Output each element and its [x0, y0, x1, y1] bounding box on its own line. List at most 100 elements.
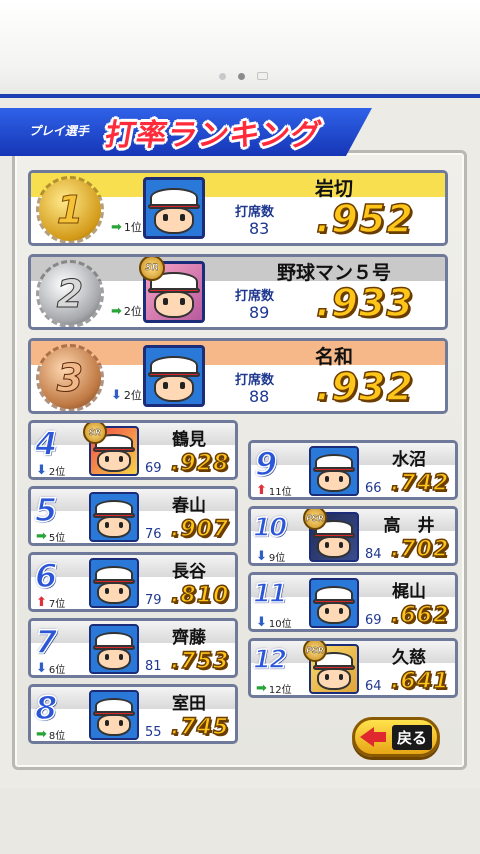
ranking-card-1[interactable]: 1 ➡ 1位 岩切 打席数 83.952 — [28, 170, 448, 246]
face-shape — [317, 536, 351, 559]
previous-rank-text: 12位 — [268, 685, 292, 696]
eye-shape — [119, 455, 124, 463]
camera-icon[interactable] — [256, 72, 268, 80]
laurel-icon — [36, 260, 104, 327]
rank-medal-icon: 2 — [36, 260, 104, 327]
ranking-card-10[interactable]: 10 ⬇ 9位 PSR 高 井 84 .702 — [248, 506, 458, 566]
trend-arrow-icon: ➡ — [36, 727, 47, 742]
player-avatar[interactable] — [89, 492, 139, 542]
batting-average: .810 — [170, 582, 230, 609]
ranking-card-4[interactable]: 4 ⬇ 2位 SR 鶴見 69 .928 — [28, 420, 238, 480]
previous-rank-text: 9位 — [268, 553, 286, 564]
previous-rank-text: 7位 — [48, 599, 66, 610]
eye-shape — [324, 673, 329, 681]
eye-shape — [104, 455, 109, 463]
rank-number: 6 — [34, 556, 58, 596]
trend-arrow-icon: ⬇ — [36, 463, 47, 478]
plate-appearances-value: 79 — [145, 593, 162, 608]
player-avatar[interactable] — [89, 690, 139, 740]
eye-shape — [324, 541, 329, 549]
rank-number: 8 — [34, 688, 58, 728]
player-name: 室田 — [172, 694, 206, 714]
player-name: 鶴見 — [172, 430, 206, 450]
rank-medal-icon: 3 — [36, 344, 104, 411]
batting-average: .933 — [315, 280, 414, 326]
ranking-card-11[interactable]: 11 ⬇ 10位 梶山 69 .662 — [248, 572, 458, 632]
player-avatar[interactable] — [89, 558, 139, 608]
plate-appearances-label: 打席数 — [235, 205, 275, 220]
plate-appearances-value: 76 — [145, 527, 162, 542]
plate-appearances-label: 打席数 — [235, 289, 275, 304]
previous-rank: ⬇ 10位 — [256, 615, 292, 630]
status-area — [0, 0, 480, 94]
trend-arrow-icon: ⬇ — [36, 661, 47, 676]
batting-average: .753 — [170, 648, 230, 675]
rank-number: 11 — [252, 578, 288, 610]
rank-number: 5 — [34, 490, 58, 530]
batting-average: .952 — [315, 196, 414, 242]
plate-appearances-value: 69 — [365, 613, 382, 628]
eye-shape — [104, 521, 109, 529]
trend-arrow-icon: ⬇ — [256, 615, 267, 630]
page-title: 打率ランキング — [102, 118, 325, 153]
previous-rank: ➡ 1位 — [111, 219, 142, 235]
player-avatar[interactable] — [143, 177, 205, 239]
ranking-card-8[interactable]: 8 ➡ 8位 室田 55 .745 — [28, 684, 238, 744]
page-dot[interactable] — [218, 72, 226, 80]
rank-number: 12 — [252, 644, 288, 676]
rank-medal-icon: 1 — [36, 176, 104, 243]
previous-rank: ⬇ 2位 — [36, 463, 65, 478]
plate-appearances-value: 88 — [249, 387, 270, 406]
ranking-card-2[interactable]: 2 ➡ 2位 SR 野球マン５号 打席数 89.933 — [28, 254, 448, 330]
ranking-card-3[interactable]: 3 ⬇ 2位 名和 打席数 88.932 — [28, 338, 448, 414]
previous-rank: ➡ 5位 — [36, 529, 65, 544]
back-button[interactable]: 戻る — [352, 717, 440, 757]
trend-arrow-icon: ⬆ — [36, 595, 47, 610]
player-name: 水沼 — [392, 450, 426, 470]
plate-appearances-value: 89 — [249, 303, 270, 322]
previous-rank: ⬇ 9位 — [256, 549, 286, 564]
back-arrow-icon — [359, 727, 386, 747]
rank-number: 9 — [254, 444, 278, 484]
player-name: 梶山 — [392, 582, 426, 602]
batting-average: .641 — [390, 668, 450, 695]
sr-badge-icon: SR — [139, 257, 165, 281]
badge-text: SR — [145, 263, 159, 273]
ranking-card-6[interactable]: 6 ⬆ 7位 長谷 79 .810 — [28, 552, 238, 612]
eye-shape — [119, 587, 124, 595]
ranking-card-7[interactable]: 7 ⬇ 6位 齊藤 81 .753 — [28, 618, 238, 678]
player-avatar[interactable] — [309, 578, 359, 628]
ranking-card-12[interactable]: 12 ➡ 12位 PSR 久慈 64 .641 — [248, 638, 458, 698]
page-dot-active[interactable] — [237, 72, 245, 80]
previous-rank-text: 2位 — [123, 389, 142, 402]
trend-arrow-icon: ➡ — [111, 219, 122, 235]
batting-average: .907 — [170, 516, 230, 543]
trend-arrow-icon: ➡ — [111, 303, 122, 319]
trend-arrow-icon: ⬇ — [256, 549, 267, 564]
eye-shape — [104, 719, 109, 727]
ranking-card-5[interactable]: 5 ➡ 5位 春山 76 .907 — [28, 486, 238, 546]
sr-badge-icon: SR — [83, 423, 107, 444]
face-shape — [97, 648, 131, 671]
eye-shape — [119, 719, 124, 727]
title-subtitle: プレイ選手 — [28, 124, 92, 138]
previous-rank: ⬇ 2位 — [111, 387, 142, 403]
trend-arrow-icon: ➡ — [36, 529, 47, 544]
rank-number: 7 — [34, 622, 58, 662]
page-indicator — [0, 72, 480, 80]
sr-badge-icon: PSR — [303, 641, 327, 662]
player-avatar[interactable] — [143, 345, 205, 407]
player-avatar[interactable] — [89, 624, 139, 674]
eye-shape — [162, 213, 168, 222]
ranking-card-9[interactable]: 9 ⬆ 11位 水沼 66 .742 — [248, 440, 458, 500]
player-avatar[interactable] — [309, 446, 359, 496]
previous-rank-text: 2位 — [123, 305, 142, 318]
face-shape — [153, 290, 195, 318]
eye-shape — [162, 381, 168, 390]
plate-appearances-value: 66 — [365, 481, 382, 496]
previous-rank-text: 1位 — [123, 221, 142, 234]
laurel-icon — [36, 344, 104, 411]
eye-shape — [180, 381, 186, 390]
previous-rank-text: 11位 — [268, 487, 292, 498]
player-name: 久慈 — [392, 648, 426, 668]
